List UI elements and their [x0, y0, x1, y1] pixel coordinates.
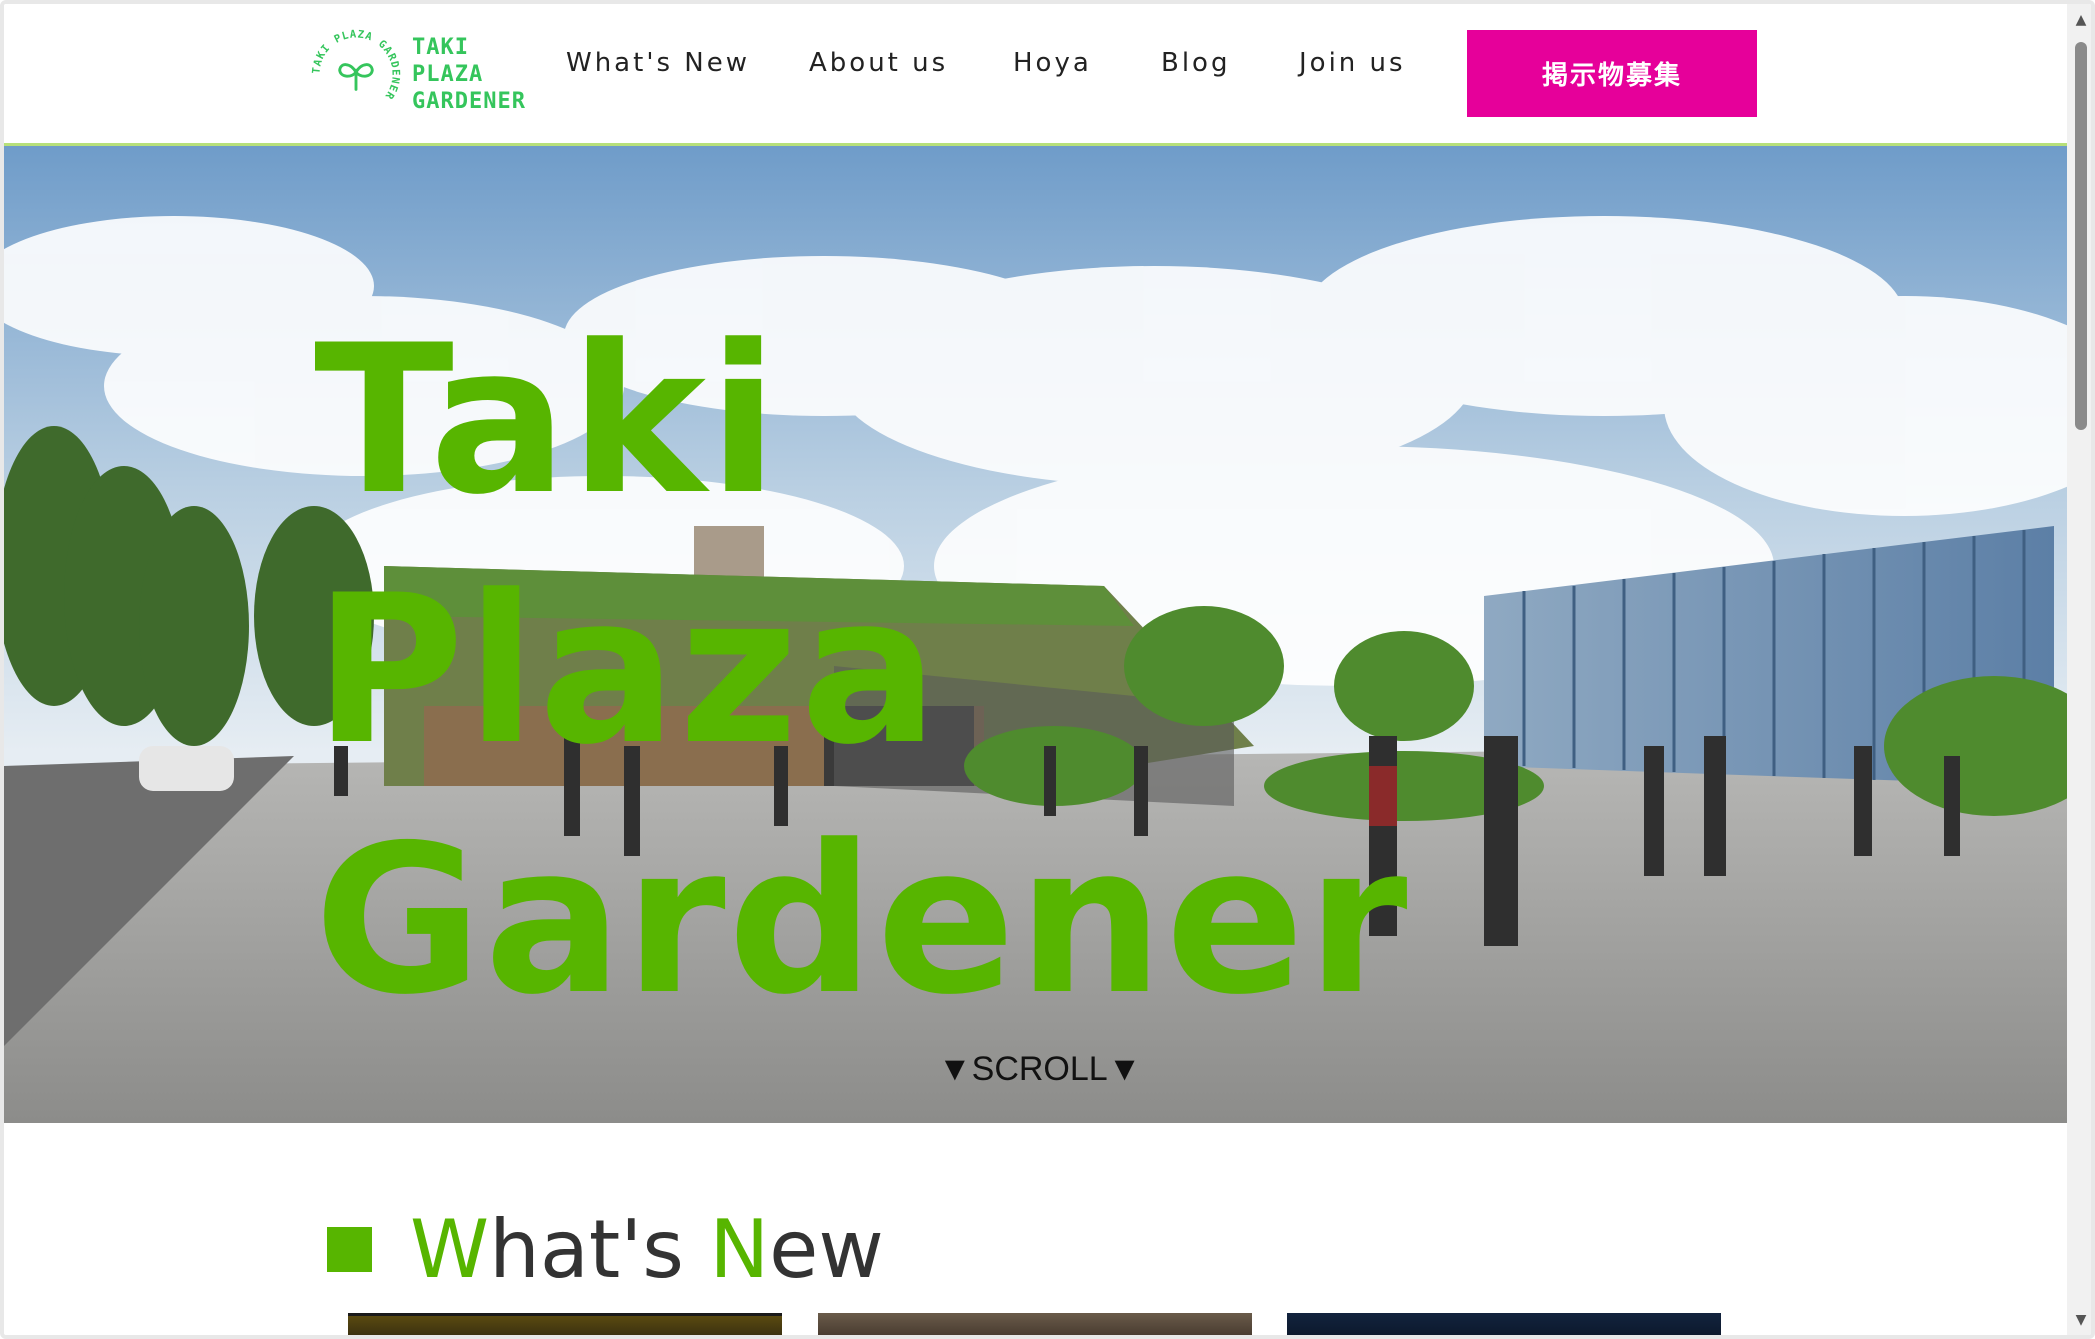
whats-new-title: What's New [410, 1203, 884, 1296]
hero-title-line-2: Plaza [314, 552, 941, 790]
scroll-down-indicator[interactable]: ▼SCROLL▼ [938, 1050, 1141, 1089]
logo-line-1: TAKI [412, 35, 469, 60]
nav-item-hoya[interactable]: Hoya [1013, 48, 1092, 78]
page-scrollbar[interactable]: ▲ ▼ [2067, 4, 2091, 1335]
hero-section: Taki Plaza Gardener ▼SCROLL▼ [4, 146, 2067, 1123]
title-initial-w: W [410, 1202, 490, 1296]
hero-title-line-3: Gardener [314, 802, 1410, 1040]
scroll-up-arrow-icon[interactable]: ▲ [2074, 12, 2088, 28]
logo-line-2: PLAZA [412, 62, 484, 87]
nav-item-whats-new[interactable]: What's New [566, 48, 750, 78]
scroll-down-arrow-icon[interactable]: ▼ [2074, 1312, 2088, 1328]
nav-item-join-us[interactable]: Join us [1299, 48, 1406, 78]
title-rest-ew: ew [769, 1202, 884, 1296]
news-card-2[interactable] [818, 1313, 1252, 1335]
title-initial-n: N [709, 1202, 770, 1296]
whats-new-heading: What's New [327, 1199, 884, 1299]
news-card-3[interactable] [1287, 1313, 1721, 1335]
logo-wordmark: TAKI PLAZA GARDENER [412, 34, 526, 115]
sprout-icon [338, 63, 374, 91]
hero-title-line-1: Taki [314, 302, 781, 540]
scrollbar-thumb[interactable] [2075, 42, 2087, 430]
hero-title: Taki Plaza Gardener [314, 296, 1410, 1046]
site-header: TAKI PLAZA GARDENER TAKI PLAZA GARDENER … [4, 4, 2067, 146]
logo-ring-icon: TAKI PLAZA GARDENER [310, 28, 400, 101]
browser-window: TAKI PLAZA GARDENER TAKI PLAZA GARDENER … [0, 0, 2095, 1339]
nav-item-blog[interactable]: Blog [1161, 48, 1230, 78]
notice-recruit-button[interactable]: 掲示物募集 [1467, 30, 1757, 117]
news-card-1[interactable] [348, 1313, 782, 1335]
logo-line-3: GARDENER [412, 89, 526, 114]
site-logo[interactable]: TAKI PLAZA GARDENER TAKI PLAZA GARDENER [306, 24, 525, 126]
nav-item-about-us[interactable]: About us [809, 48, 948, 78]
title-rest-hat: hat's [489, 1202, 710, 1296]
section-bullet-square [327, 1226, 372, 1272]
